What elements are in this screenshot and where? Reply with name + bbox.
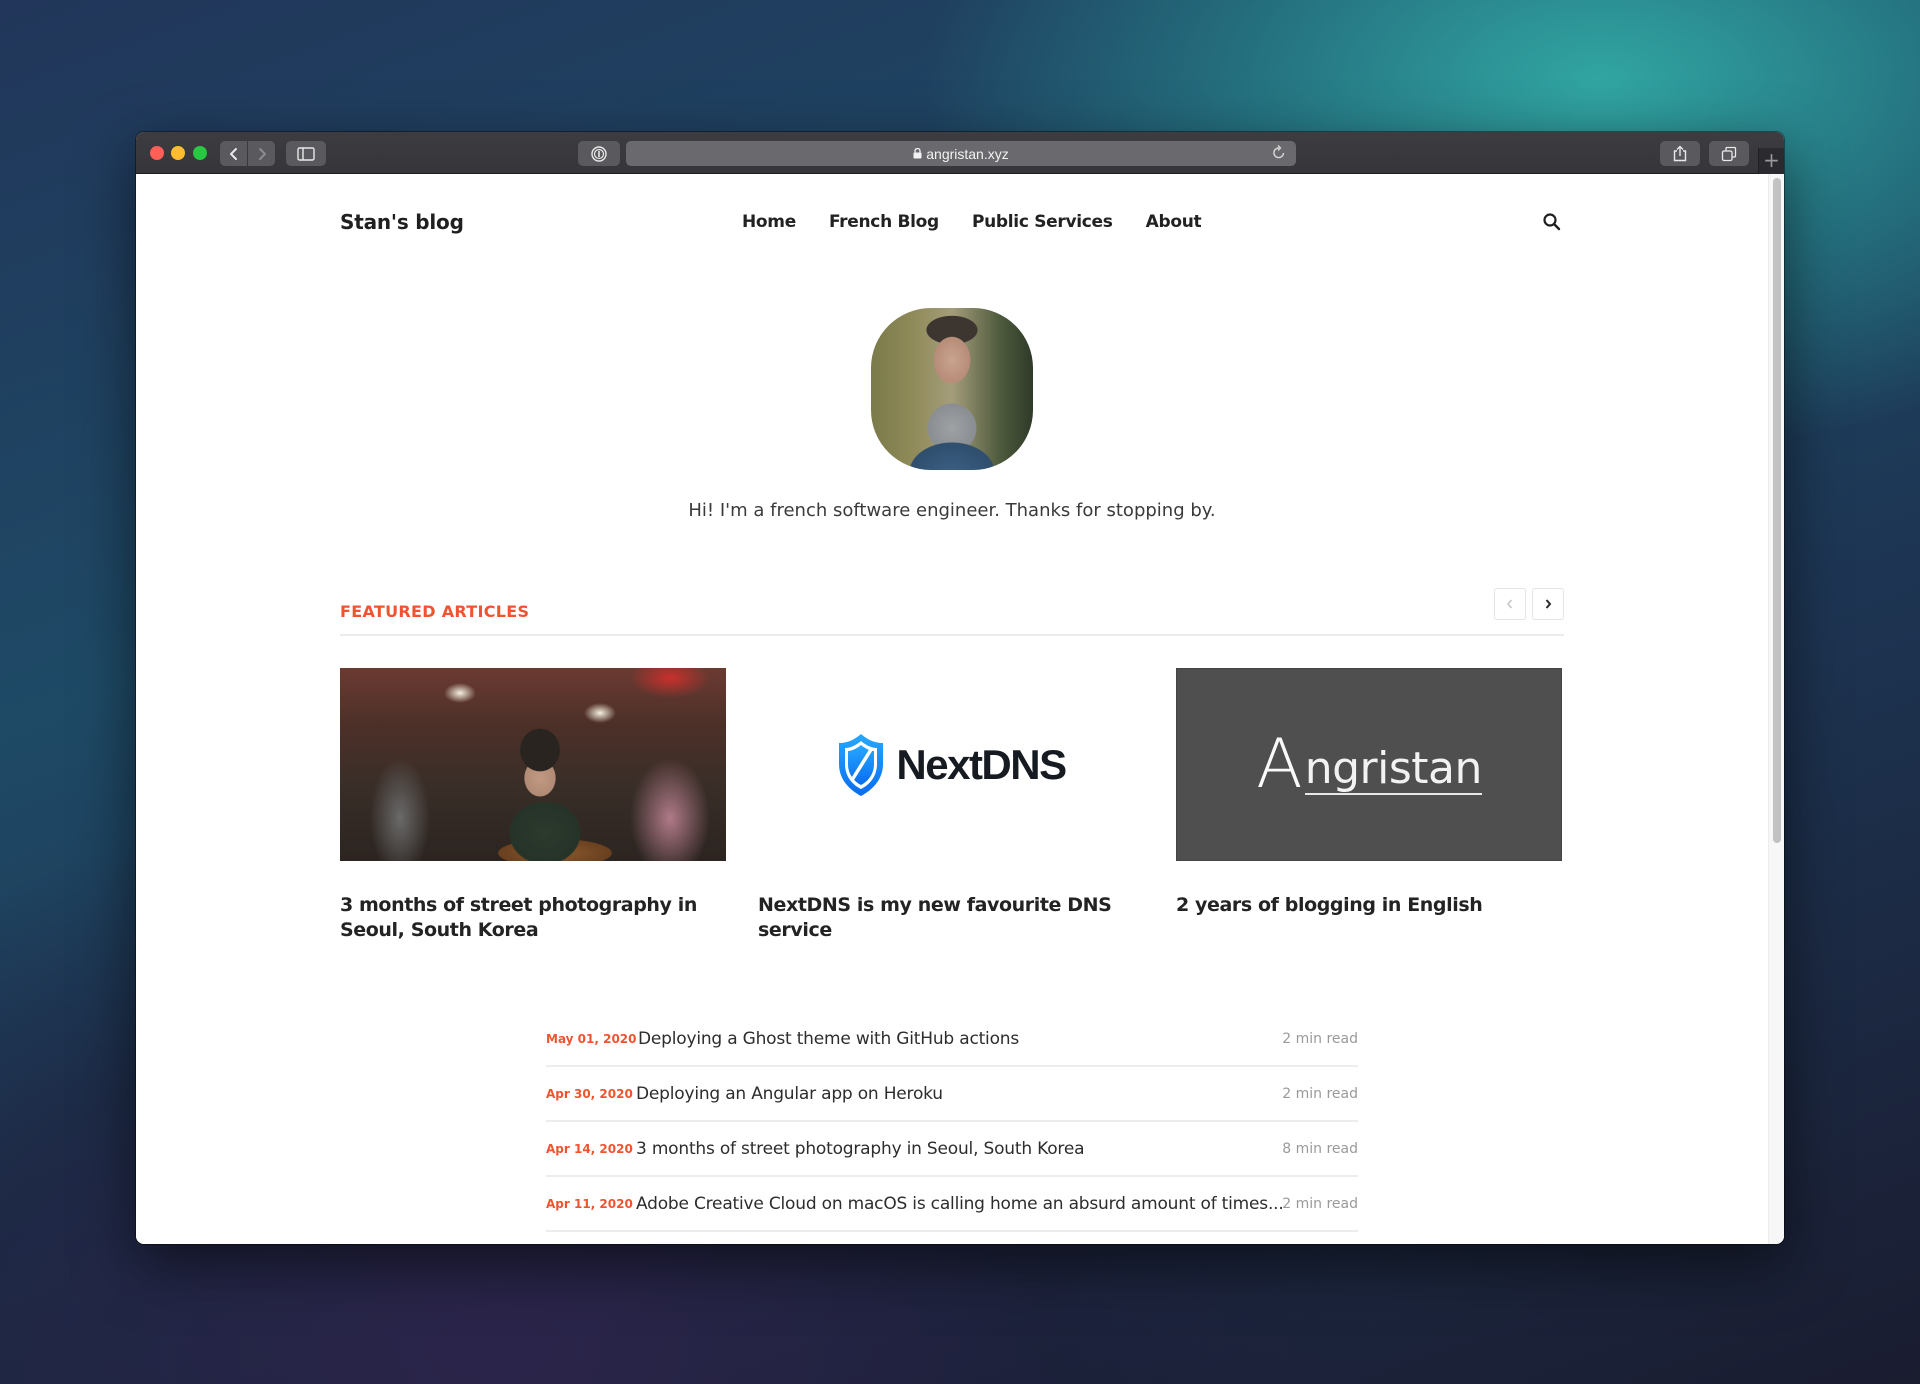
post-row[interactable]: Apr 30, 2020 Deploying an Angular app on…	[546, 1067, 1358, 1122]
tab-overview-icon	[1721, 146, 1737, 161]
nav-public-services[interactable]: Public Services	[972, 212, 1113, 232]
browser-window: angristan.xyz + Stan's blog Home French …	[136, 132, 1784, 1244]
featured-card[interactable]: A ngristan 2 years of blogging in Englis…	[1176, 668, 1562, 943]
maximize-window-button[interactable]	[193, 146, 207, 160]
plus-icon: +	[1763, 148, 1780, 172]
featured-card[interactable]: NextDNS NextDNS is my new favourite DNS …	[758, 668, 1144, 943]
carousel-next-button[interactable]	[1532, 588, 1564, 620]
address-bar[interactable]: angristan.xyz	[626, 141, 1296, 166]
post-read-time: 8 min read	[1282, 1140, 1358, 1157]
sidebar-icon	[297, 146, 315, 161]
recent-posts-list: May 01, 2020 Deploying a Ghost theme wit…	[546, 1012, 1358, 1232]
lock-icon	[913, 148, 922, 159]
forward-button[interactable]	[248, 141, 275, 166]
scrollbar-thumb[interactable]	[1773, 178, 1781, 843]
sidebar-toggle-button[interactable]	[286, 141, 326, 166]
post-date: Apr 14, 2020	[546, 1141, 633, 1156]
featured-header: FEATURED ARTICLES	[340, 588, 1564, 636]
angristan-image[interactable]: A ngristan	[1176, 668, 1562, 861]
chevron-left-icon	[229, 147, 237, 160]
share-icon	[1673, 145, 1687, 162]
post-date: May 01, 2020	[546, 1031, 637, 1046]
url-text: angristan.xyz	[926, 145, 1009, 162]
nav-home[interactable]: Home	[742, 212, 796, 232]
angristan-logo-initial: A	[1256, 724, 1303, 804]
search-button[interactable]	[1540, 210, 1564, 234]
featured-carousel: 3 months of street photography in Seoul,…	[340, 668, 1564, 943]
nextdns-image[interactable]: NextDNS	[758, 668, 1144, 861]
password-manager-icon	[591, 145, 607, 162]
page-scrollbar[interactable]	[1768, 174, 1784, 1244]
password-manager-button[interactable]	[578, 141, 620, 166]
card-title[interactable]: 3 months of street photography in Seoul,…	[340, 893, 726, 943]
nav-french-blog[interactable]: French Blog	[829, 212, 939, 232]
main-nav: Home French Blog Public Services About	[742, 212, 1202, 232]
nextdns-logo: NextDNS	[836, 732, 1067, 798]
featured-title: FEATURED ARTICLES	[340, 602, 530, 621]
browser-toolbar: angristan.xyz +	[136, 132, 1784, 174]
post-title[interactable]: Deploying a Ghost theme with GitHub acti…	[638, 1029, 1019, 1049]
back-button[interactable]	[220, 141, 247, 166]
tab-overview-button[interactable]	[1709, 141, 1749, 166]
angristan-logo-text: ngristan	[1304, 742, 1482, 795]
post-row[interactable]: Apr 11, 2020 Adobe Creative Cloud on mac…	[546, 1177, 1358, 1232]
post-row[interactable]: May 01, 2020 Deploying a Ghost theme wit…	[546, 1012, 1358, 1067]
search-icon	[1543, 213, 1561, 231]
chevron-left-icon	[1507, 599, 1513, 609]
post-date: Apr 11, 2020	[546, 1196, 633, 1211]
carousel-prev-button[interactable]	[1494, 588, 1526, 620]
angristan-logo: A ngristan	[1256, 724, 1482, 804]
post-read-time: 2 min read	[1282, 1085, 1358, 1102]
post-title[interactable]: Adobe Creative Cloud on macOS is calling…	[636, 1194, 1284, 1214]
author-avatar	[871, 308, 1033, 470]
post-title[interactable]: Deploying an Angular app on Heroku	[636, 1084, 943, 1104]
close-window-button[interactable]	[150, 146, 164, 160]
chevron-right-icon	[258, 147, 266, 160]
card-title[interactable]: NextDNS is my new favourite DNS service	[758, 893, 1144, 943]
new-tab-button[interactable]: +	[1758, 148, 1784, 174]
post-date: Apr 30, 2020	[546, 1086, 633, 1101]
web-viewport: Stan's blog Home French Blog Public Serv…	[136, 174, 1784, 1244]
post-read-time: 2 min read	[1282, 1030, 1358, 1047]
site-logo[interactable]: Stan's blog	[340, 210, 464, 234]
shield-icon	[839, 733, 884, 796]
author-bio: Hi! I'm a french software engineer. Than…	[688, 500, 1216, 521]
featured-card[interactable]: 3 months of street photography in Seoul,…	[340, 668, 726, 943]
street-market-photo[interactable]	[340, 668, 726, 861]
post-read-time: 2 min read	[1282, 1195, 1358, 1212]
site-header: Stan's blog Home French Blog Public Serv…	[340, 202, 1564, 242]
nextdns-wordmark: NextDNS	[896, 740, 1067, 788]
share-button[interactable]	[1660, 141, 1700, 166]
hero: Hi! I'm a french software engineer. Than…	[136, 308, 1768, 521]
minimize-window-button[interactable]	[171, 146, 185, 160]
reload-icon[interactable]	[1272, 144, 1286, 160]
chevron-right-icon	[1545, 599, 1552, 609]
blog-page: Stan's blog Home French Blog Public Serv…	[136, 174, 1768, 1244]
post-title[interactable]: 3 months of street photography in Seoul,…	[636, 1139, 1084, 1159]
nav-about[interactable]: About	[1146, 212, 1202, 232]
post-row[interactable]: Apr 14, 2020 3 months of street photogra…	[546, 1122, 1358, 1177]
card-title[interactable]: 2 years of blogging in English	[1176, 893, 1562, 918]
